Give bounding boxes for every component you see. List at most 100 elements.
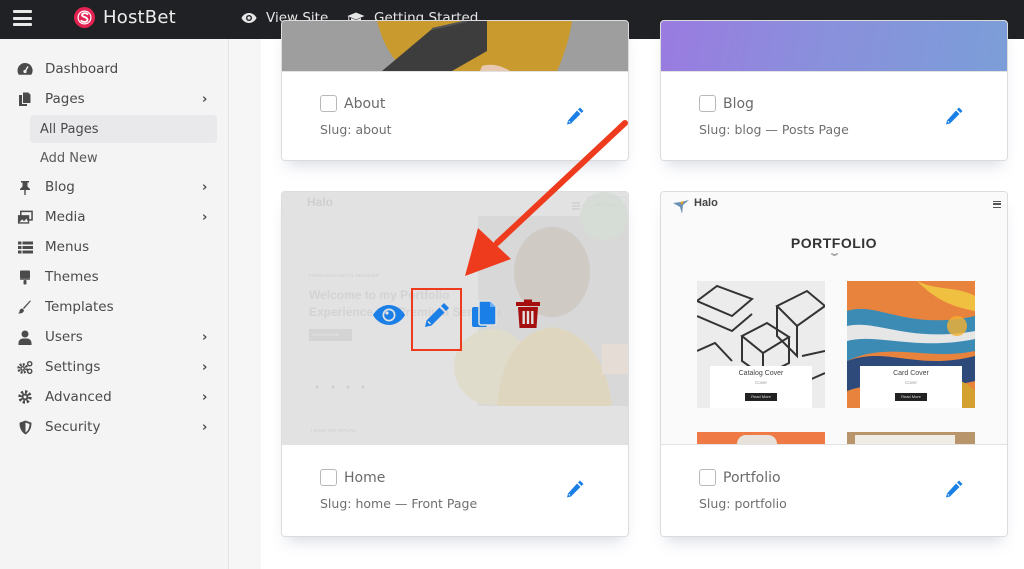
portfolio-item-image (847, 432, 975, 444)
page-select-checkbox[interactable] (320, 95, 337, 112)
page-thumbnail[interactable]: Halo FREELANCE DIGITAL DESIGNER Welcome … (282, 192, 628, 444)
sidebar-item-themes[interactable]: Themes (0, 263, 229, 291)
cogs-icon (17, 359, 33, 375)
chevron-right-icon: › (202, 419, 208, 435)
brand[interactable]: HostBet (74, 7, 176, 28)
page-card-footer: Blog Slug: blog — Posts Page (661, 71, 1007, 160)
sidebar: Dashboard Pages › All Pages Add New Blog… (0, 39, 229, 569)
trash-icon (516, 299, 540, 328)
portfolio-item-title: Card Cover (893, 370, 929, 377)
preview-menu-icon (993, 201, 1001, 208)
portfolio-item-caption: Catalog Cover Cover Read More (710, 366, 812, 408)
sidebar-item-blog[interactable]: Blog › (0, 173, 229, 201)
pencil-icon (567, 107, 584, 125)
edit-button[interactable] (564, 478, 586, 500)
sidebar-item-users[interactable]: Users › (0, 323, 229, 351)
read-more-button: Read More (745, 392, 777, 401)
preview-logo-bird-icon (673, 200, 689, 214)
page-select-checkbox[interactable] (699, 469, 716, 486)
edit-button[interactable] (943, 478, 965, 500)
portfolio-item-subtitle: Cover (904, 380, 917, 385)
sidebar-subitem-add-new[interactable]: Add New (30, 144, 217, 172)
page-slug: Slug: blog — Posts Page (699, 122, 849, 137)
list-icon (17, 239, 33, 255)
sidebar-item-media[interactable]: Media › (0, 203, 229, 231)
sidebar-item-label: Settings (45, 359, 101, 375)
portfolio-item-caption: Card Cover Cover Read More (860, 366, 962, 408)
page-card-footer: Home Slug: home — Front Page (282, 444, 628, 536)
cog-icon (17, 389, 33, 405)
duplicate-button[interactable] (468, 297, 500, 331)
edit-button[interactable] (943, 105, 965, 127)
read-more-button: Read More (895, 392, 927, 401)
chevron-right-icon: › (202, 179, 208, 195)
sidebar-item-label: Media (45, 209, 86, 225)
page-slug: Slug: home — Front Page (320, 496, 478, 511)
pencil-icon (567, 480, 584, 498)
preview-logo: Halo (694, 197, 718, 209)
view-button[interactable] (371, 302, 407, 328)
page-card-portfolio[interactable]: Halo PORTFOLIO ︾ Catalog Cover Cover Rea… (660, 191, 1008, 537)
page-card-footer: About Slug: about (282, 71, 628, 160)
sidebar-item-pages[interactable]: Pages › (0, 85, 229, 113)
page-title: Portfolio (723, 470, 781, 486)
edit-button[interactable] (564, 105, 586, 127)
pin-icon (17, 179, 33, 195)
sidebar-subitem-all-pages[interactable]: All Pages (30, 115, 217, 143)
sidebar-item-label: Security (45, 419, 101, 435)
sidebar-item-label: Users (45, 329, 83, 345)
sidebar-item-label: Blog (45, 179, 75, 195)
sidebar-item-label: Templates (45, 299, 114, 315)
page-slug: Slug: portfolio (699, 496, 787, 511)
sidebar-item-templates[interactable]: Templates (0, 293, 229, 321)
sidebar-item-settings[interactable]: Settings › (0, 353, 229, 381)
page-thumbnail[interactable] (282, 21, 628, 71)
brand-name: HostBet (103, 7, 176, 28)
page-title: About (344, 96, 386, 112)
chevron-right-icon: › (202, 91, 208, 107)
eye-icon (241, 12, 257, 24)
sidebar-item-label: Dashboard (45, 61, 119, 77)
shield-icon (17, 419, 33, 435)
preview-heading: PORTFOLIO (790, 235, 878, 251)
portfolio-item: Catalog Cover Cover Read More (697, 281, 825, 408)
dashboard-icon (17, 61, 33, 77)
sidebar-item-security[interactable]: Security › (0, 413, 229, 441)
sidebar-gutter (229, 39, 261, 569)
sidebar-item-advanced[interactable]: Advanced › (0, 383, 229, 411)
sidebar-item-dashboard[interactable]: Dashboard (0, 55, 229, 83)
page-select-checkbox[interactable] (320, 469, 337, 486)
page-slug: Slug: about (320, 122, 392, 137)
sidebar-item-label: Themes (45, 269, 99, 285)
brand-logo-icon (74, 7, 95, 28)
hover-actions (282, 192, 628, 444)
paint-roller-icon (17, 269, 33, 285)
portfolio-item-title: Catalog Cover (738, 370, 784, 377)
page-thumbnail[interactable] (661, 21, 1007, 71)
chevron-right-icon: › (202, 209, 208, 225)
page-thumbnail[interactable]: Halo PORTFOLIO ︾ Catalog Cover Cover Rea… (661, 192, 1007, 444)
chevron-double-down-icon: ︾ (831, 253, 838, 261)
pencil-icon (425, 303, 449, 327)
page-select-checkbox[interactable] (699, 95, 716, 112)
pencil-icon (946, 107, 963, 125)
sidebar-item-menus[interactable]: Menus (0, 233, 229, 261)
portfolio-item: Card Cover Cover Read More (847, 281, 975, 408)
sidebar-item-label: Menus (45, 239, 90, 255)
chevron-right-icon: › (202, 359, 208, 375)
chevron-right-icon: › (202, 329, 208, 345)
eye-icon (373, 305, 405, 325)
portfolio-item-image (697, 432, 825, 444)
hamburger-icon[interactable] (13, 10, 32, 26)
page-card-footer: Portfolio Slug: portfolio (661, 444, 1007, 536)
brush-icon (17, 299, 33, 315)
pages-icon (17, 91, 33, 107)
page-title: Blog (723, 96, 754, 112)
page-card-about[interactable]: About Slug: about (281, 20, 629, 161)
pencil-icon (946, 480, 963, 498)
sidebar-item-label: Advanced (45, 389, 112, 405)
page-card-home[interactable]: Halo FREELANCE DIGITAL DESIGNER Welcome … (281, 191, 629, 537)
delete-button[interactable] (513, 297, 543, 331)
edit-button[interactable] (420, 298, 454, 332)
page-card-blog[interactable]: Blog Slug: blog — Posts Page (660, 20, 1008, 161)
